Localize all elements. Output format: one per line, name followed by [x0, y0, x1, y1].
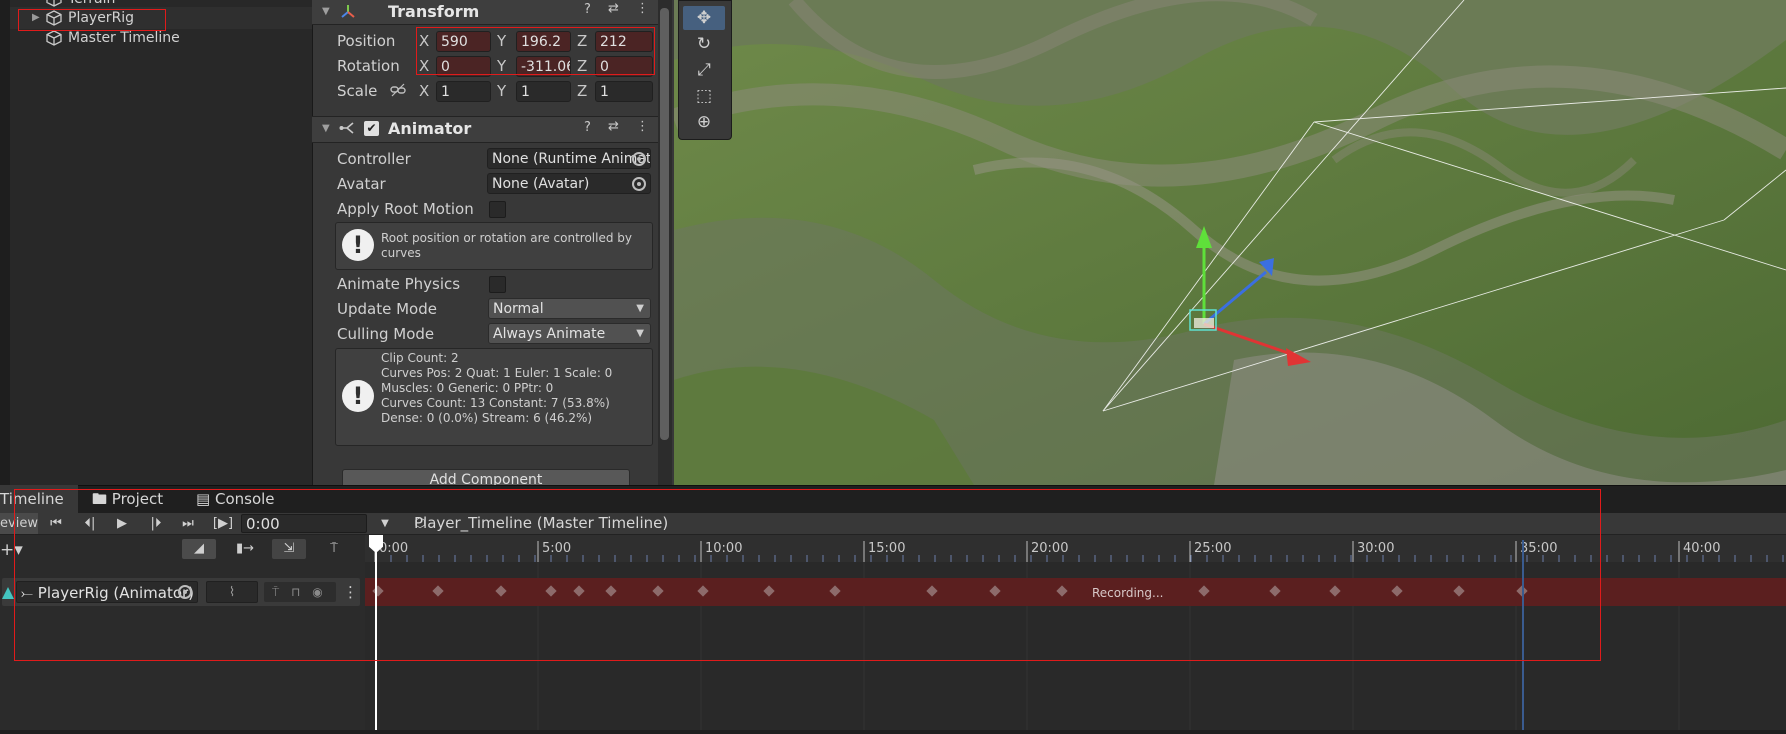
apply-root-motion-checkbox[interactable]: [489, 201, 506, 218]
axis-y-label[interactable]: Y: [497, 82, 506, 100]
rotation-label: Rotation: [337, 57, 400, 75]
axis-z-label[interactable]: Z: [577, 82, 587, 100]
rotate-tool-icon[interactable]: ↻: [683, 32, 725, 56]
fold-arrow-icon[interactable]: ▼: [322, 123, 330, 134]
transform-header[interactable]: [312, 0, 658, 25]
track-color-icon: [2, 584, 14, 599]
update-mode-dropdown[interactable]: Normal ▼: [488, 298, 651, 319]
animator-enabled-checkbox[interactable]: ✔: [364, 121, 379, 136]
info-icon: !: [342, 229, 374, 261]
hierarchy-gutter: [0, 0, 10, 485]
transform-title: Transform: [388, 2, 480, 21]
hierarchy-panel: [0, 0, 312, 485]
rect-tool-icon[interactable]: ⬚: [683, 84, 725, 108]
inspector-scrollbar-thumb[interactable]: [660, 8, 669, 440]
highlight-box-transform: [416, 27, 655, 75]
culling-mode-dropdown[interactable]: Always Animate ▼: [488, 323, 651, 344]
avatar-field[interactable]: None (Avatar): [487, 173, 651, 194]
constrain-proportions-icon[interactable]: [390, 83, 406, 97]
root-motion-help-text: Root position or rotation are controlled…: [381, 231, 632, 260]
dropdown-caret-icon: ▼: [636, 303, 644, 314]
avatar-label: Avatar: [337, 175, 386, 193]
object-picker-icon[interactable]: [632, 177, 646, 191]
more-icon[interactable]: ⋮: [636, 119, 649, 134]
scale-y-field[interactable]: 1: [516, 81, 571, 102]
apply-root-motion-label: Apply Root Motion: [337, 200, 474, 218]
stat-muscles: Muscles: 0 Generic: 0 PPtr: 0: [381, 381, 554, 395]
animator-icon: [339, 122, 354, 134]
preset-icon[interactable]: ⇄: [608, 119, 619, 134]
gameobject-icon: [46, 30, 62, 46]
object-picker-icon[interactable]: [632, 152, 646, 166]
help-icon[interactable]: ?: [584, 2, 591, 17]
gameobject-icon: [46, 0, 62, 7]
more-icon[interactable]: ⋮: [636, 1, 649, 16]
scale-label: Scale: [337, 82, 378, 100]
axis-x-label[interactable]: X: [419, 82, 429, 100]
ruler-tick-label: 40:00: [1683, 541, 1721, 556]
stat-curves-pos: Curves Pos: 2 Quat: 1 Euler: 1 Scale: 0: [381, 366, 613, 380]
preset-icon[interactable]: ⇄: [608, 1, 619, 16]
scale-tool-icon[interactable]: ⤢: [683, 58, 725, 82]
culling-mode-value: Always Animate: [493, 326, 606, 342]
culling-mode-label: Culling Mode: [337, 325, 435, 343]
move-tool-icon[interactable]: ✥: [683, 6, 725, 30]
stat-curves-count: Curves Count: 13 Constant: 7 (53.8%): [381, 396, 610, 410]
stat-dense: Dense: 0 (0.0%) Stream: 6 (46.2%): [381, 411, 593, 425]
animate-physics-label: Animate Physics: [337, 275, 461, 293]
terrain-render: [674, 0, 1786, 485]
update-mode-value: Normal: [493, 301, 544, 317]
transform-tool-icon[interactable]: ⊕: [683, 110, 725, 134]
highlight-box-playerrig: [18, 9, 166, 31]
dropdown-caret-icon: ▼: [636, 328, 644, 339]
animator-title: Animator: [388, 119, 472, 138]
highlight-box-timeline: [14, 489, 1601, 661]
scale-x-field[interactable]: 1: [436, 81, 491, 102]
update-mode-label: Update Mode: [337, 300, 437, 318]
animate-physics-checkbox[interactable]: [489, 276, 506, 293]
stat-clip-count: Clip Count: 2: [381, 351, 459, 365]
scene-view[interactable]: [674, 0, 1786, 485]
controller-label: Controller: [337, 150, 411, 168]
scale-z-field[interactable]: 1: [595, 81, 653, 102]
controller-field[interactable]: None (Runtime Animator Controller): [487, 148, 651, 169]
position-label: Position: [337, 32, 396, 50]
help-icon[interactable]: ?: [584, 120, 591, 135]
info-icon: !: [342, 380, 374, 412]
fold-arrow-icon[interactable]: ▼: [322, 6, 330, 17]
transform-icon: [341, 5, 355, 18]
